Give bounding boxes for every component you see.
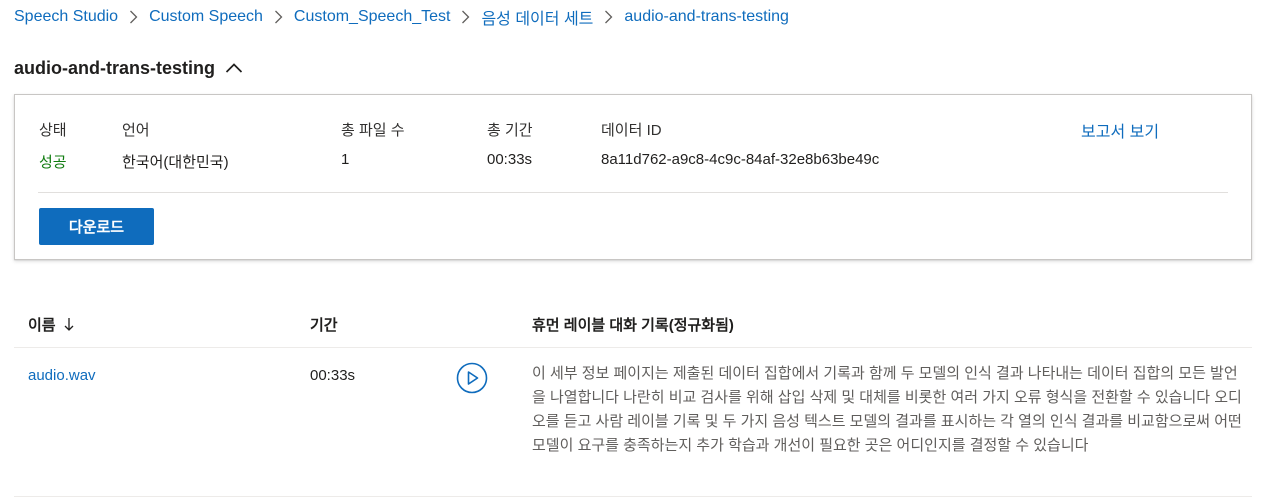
transcript-text: 이 세부 정보 페이지는 제출된 데이터 집합에서 기록과 함께 두 모델의 인… (532, 365, 1242, 454)
chevron-right-icon (274, 10, 283, 24)
table-row-divider (14, 496, 1252, 497)
file-count-label: 총 파일 수 (341, 122, 405, 139)
status-value: 성공 (39, 154, 67, 171)
duration-label: 총 기간 (487, 122, 533, 139)
arrow-down-icon (64, 317, 74, 332)
page-title: audio-and-trans-testing (14, 57, 215, 78)
download-button[interactable]: 다운로드 (39, 208, 154, 245)
column-header-duration-label: 기간 (310, 317, 338, 334)
breadcrumb-project[interactable]: Custom_Speech_Test (294, 8, 451, 26)
chevron-right-icon (604, 10, 613, 24)
language-label: 언어 (122, 122, 150, 139)
data-id-label: 데이터 ID (601, 122, 662, 139)
breadcrumb-speech-studio[interactable]: Speech Studio (14, 8, 118, 26)
data-id-value: 8a11d762-a9c8-4c9c-84af-32e8b63be49c (601, 151, 880, 168)
language-value: 한국어(대한민국) (122, 154, 229, 171)
column-header-transcript[interactable]: 휴먼 레이블 대화 기록(정규화됨) (532, 314, 734, 335)
column-header-transcript-label: 휴먼 레이블 대화 기록(정규화됨) (532, 317, 734, 334)
card-divider (38, 192, 1228, 193)
breadcrumb-custom-speech[interactable]: Custom Speech (149, 8, 263, 26)
view-report-link[interactable]: 보고서 보기 (1081, 118, 1159, 142)
play-icon[interactable] (456, 362, 488, 394)
file-duration: 00:33s (310, 367, 356, 384)
column-header-name[interactable]: 이름 (28, 314, 74, 335)
page-title-row: audio-and-trans-testing (14, 56, 243, 80)
chevron-right-icon (461, 10, 470, 24)
column-header-name-label: 이름 (28, 317, 56, 334)
breadcrumb-speech-datasets[interactable]: 음성 데이터 세트 (481, 5, 593, 29)
chevron-right-icon (129, 10, 138, 24)
chevron-up-icon[interactable] (225, 62, 243, 74)
table-header-divider (14, 347, 1252, 348)
file-name-link[interactable]: audio.wav (28, 367, 96, 384)
breadcrumb-current-dataset[interactable]: audio-and-trans-testing (624, 8, 789, 26)
file-count-value: 1 (341, 151, 350, 168)
breadcrumb: Speech Studio Custom Speech Custom_Speec… (14, 6, 789, 28)
status-label: 상태 (39, 122, 67, 139)
column-header-duration[interactable]: 기간 (310, 314, 338, 335)
duration-value: 00:33s (487, 151, 533, 168)
